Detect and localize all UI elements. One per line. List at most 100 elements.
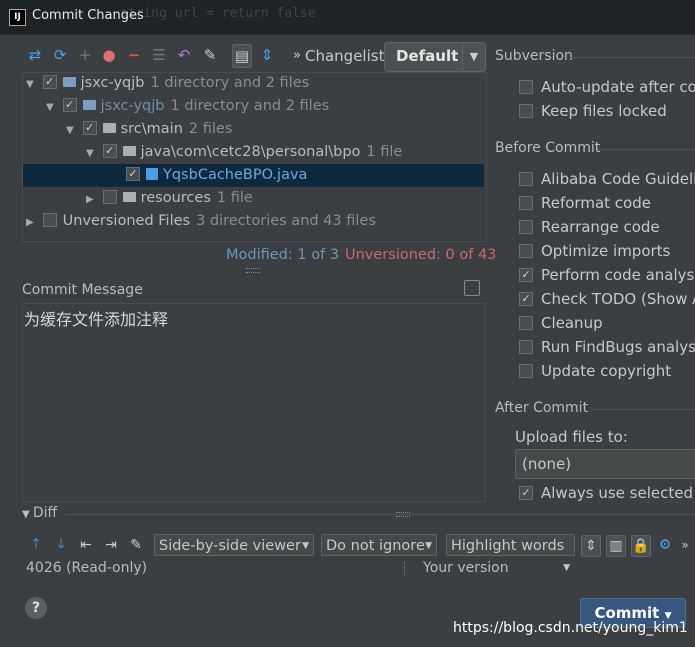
checkbox[interactable] [42, 213, 57, 227]
option-label: Check TODO (Show All [541, 290, 695, 308]
sync-scroll-icon[interactable]: ▥ [606, 535, 626, 557]
modified-count-link[interactable]: Modified: 1 of 3 [226, 247, 339, 263]
collapse-arrow-icon[interactable]: ▼ [86, 142, 98, 165]
diff-arrow-icon[interactable]: ⇄ [26, 44, 44, 66]
message-history-icon[interactable] [464, 280, 480, 296]
splitter-handle[interactable] [396, 512, 410, 517]
tree-label: src\main [120, 121, 183, 137]
more-icon[interactable]: » [288, 44, 306, 66]
tree-row-selected-file[interactable]: ✓ YqsbCacheBPO.java [23, 164, 484, 187]
help-button[interactable]: ? [25, 597, 47, 619]
checkbox[interactable] [519, 315, 533, 330]
checkbox[interactable]: ✓ [126, 167, 140, 181]
ignore-value: Do not ignore [326, 538, 425, 554]
add-icon[interactable]: + [76, 44, 94, 66]
viewer-dropdown[interactable]: Side-by-side viewer ▼ [154, 534, 314, 556]
diff-section-toggle[interactable]: ▼ Diff [22, 505, 57, 521]
show-diff-icon[interactable]: ▤ [232, 44, 252, 68]
option-label: Update copyright [541, 362, 672, 380]
previous-change-icon[interactable]: 🡑 [27, 535, 45, 555]
checkbox[interactable] [519, 219, 533, 234]
expand-arrow-icon[interactable]: ▶ [86, 188, 98, 211]
checkbox[interactable]: ✓ [42, 75, 57, 89]
checkbox[interactable] [102, 190, 117, 204]
option-label: Perform code analysis [541, 266, 695, 284]
next-file-icon[interactable]: ⇥ [102, 535, 120, 555]
option-rearrange[interactable]: Rearrange code [519, 215, 660, 239]
checkbox[interactable] [519, 243, 533, 258]
option-update-copyright[interactable]: Update copyright [519, 359, 671, 383]
gear-icon[interactable]: ⚙ [656, 535, 674, 555]
option-label: Cleanup [541, 314, 603, 332]
undo-icon[interactable]: ↶ [175, 44, 193, 66]
option-always-use[interactable]: ✓ Always use selected ser [519, 481, 695, 505]
edit-source-icon[interactable]: ✎ [201, 44, 219, 66]
checkbox[interactable]: ✓ [82, 121, 97, 135]
option-cleanup[interactable]: Cleanup [519, 311, 603, 335]
option-findbugs[interactable]: Run FindBugs analysis [519, 335, 695, 359]
tree-row-src-main[interactable]: ▼ ✓ src\main 2 files [66, 118, 232, 141]
tree-label: jsxc-yqjb [80, 75, 145, 91]
group-icon[interactable]: ☰ [150, 44, 168, 66]
option-auto-update[interactable]: Auto-update after com [519, 75, 695, 99]
tree-row-module[interactable]: ▼ ✓ jsxc-yqjb 1 directory and 2 files [46, 95, 329, 118]
checkbox[interactable] [519, 195, 533, 210]
more-icon[interactable]: » [676, 535, 694, 555]
tree-label: resources [140, 190, 211, 206]
option-alibaba[interactable]: Alibaba Code Guidelin [519, 167, 695, 191]
checkbox[interactable] [519, 79, 533, 94]
colored-icon[interactable]: ● [100, 44, 118, 66]
splitter-handle[interactable] [246, 268, 260, 273]
collapse-arrow-icon[interactable]: ▼ [66, 119, 78, 142]
upload-target-value[interactable]: (none) [522, 455, 571, 473]
folder-icon [122, 192, 136, 202]
refresh-icon[interactable]: ⟳ [51, 44, 69, 66]
tree-label: jsxc-yqjb [100, 98, 165, 114]
checkbox-checked[interactable]: ✓ [519, 267, 533, 282]
tree-hint: 3 directories and 43 files [196, 213, 376, 229]
commit-message-text[interactable]: 为缓存文件添加注释 [24, 306, 168, 330]
tree-row-unversioned[interactable]: ▶ Unversioned Files 3 directories and 43 … [26, 210, 376, 233]
remove-icon[interactable]: − [125, 44, 143, 66]
unversioned-count-link[interactable]: Unversioned: 0 of 43 [345, 247, 496, 263]
checkbox[interactable] [519, 103, 533, 118]
chevron-down-icon[interactable]: ▼ [462, 42, 485, 70]
previous-file-icon[interactable]: ⇤ [77, 535, 95, 555]
tree-hint: 1 directory and 2 files [150, 75, 310, 91]
option-keep-locked[interactable]: Keep files locked [519, 99, 667, 123]
checkbox-checked[interactable]: ✓ [519, 485, 533, 500]
expand-arrow-icon[interactable]: ▶ [26, 211, 38, 234]
upload-files-label: Upload files to: [515, 428, 628, 446]
chevron-down-icon: ▼ [425, 541, 432, 551]
edit-source-icon[interactable]: ✎ [127, 535, 145, 555]
tree-row-project[interactable]: ▼ ✓ jsxc-yqjb 1 directory and 2 files [26, 72, 309, 95]
checkbox[interactable] [519, 171, 533, 186]
lock-icon[interactable]: 🔒 [631, 535, 651, 557]
checkbox[interactable] [519, 363, 533, 378]
collapse-unchanged-icon[interactable]: ⇕ [581, 535, 601, 557]
checkbox[interactable] [519, 339, 533, 354]
module-icon [62, 77, 76, 87]
option-reformat[interactable]: Reformat code [519, 191, 651, 215]
option-optimize-imports[interactable]: Optimize imports [519, 239, 670, 263]
checkbox-checked[interactable]: ✓ [519, 291, 533, 306]
collapse-arrow-icon[interactable]: ▼ [26, 73, 38, 96]
collapse-arrow-icon[interactable]: ▼ [22, 509, 33, 520]
tree-row-package[interactable]: ▼ ✓ java\com\cetc28\personal\bpo 1 file [86, 141, 402, 164]
changelist-value[interactable]: Default [396, 47, 458, 65]
expand-icon[interactable]: ⇕ [258, 44, 276, 66]
option-label: Always use selected ser [541, 484, 695, 502]
tree-hint: 2 files [188, 121, 233, 137]
collapse-arrow-icon[interactable]: ▼ [46, 96, 58, 119]
tree-row-resources[interactable]: ▶ resources 1 file [86, 187, 253, 210]
ignore-dropdown[interactable]: Do not ignore ▼ [321, 534, 437, 556]
tree-hint: 1 directory and 2 files [170, 98, 330, 114]
highlight-dropdown[interactable]: Highlight words ▼ [446, 534, 575, 573]
option-label: Alibaba Code Guidelin [541, 170, 695, 188]
checkbox[interactable]: ✓ [62, 98, 77, 112]
next-change-icon[interactable]: 🡓 [52, 535, 70, 555]
checkbox[interactable]: ✓ [102, 144, 117, 158]
commit-message-textarea[interactable] [22, 303, 486, 502]
option-perform-analysis[interactable]: ✓ Perform code analysis [519, 263, 695, 287]
option-check-todo[interactable]: ✓ Check TODO (Show All [519, 287, 695, 311]
